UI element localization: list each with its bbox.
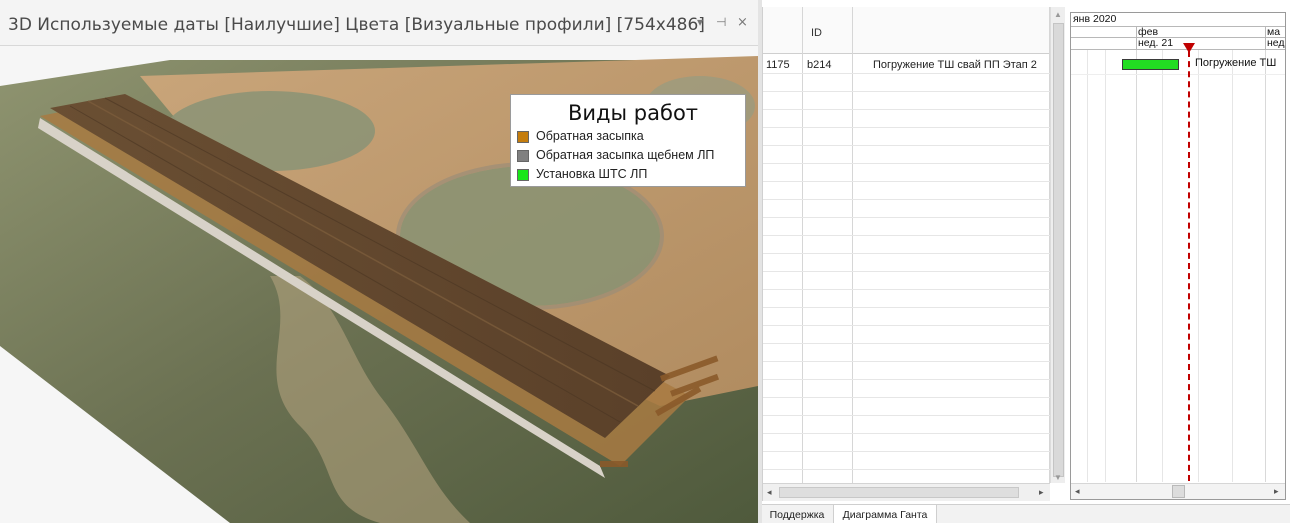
column-divider[interactable] bbox=[802, 7, 803, 501]
legend-swatch bbox=[517, 131, 529, 143]
grid-header: ID bbox=[763, 7, 1050, 54]
task-bar[interactable] bbox=[1122, 59, 1179, 70]
day-gridline bbox=[1136, 50, 1137, 482]
row-separator bbox=[763, 433, 1050, 434]
scroll-right-icon[interactable]: ▸ bbox=[1274, 486, 1279, 497]
scroll-down-icon[interactable]: ▼ bbox=[1054, 473, 1062, 482]
day-gridline bbox=[1087, 50, 1088, 482]
legend-label: Обратная засыпка bbox=[536, 129, 644, 143]
day-gridline bbox=[1198, 50, 1199, 482]
legend: Виды работ Обратная засыпка Обратная зас… bbox=[510, 94, 746, 187]
timescale-month-year: янв 2020 bbox=[1073, 13, 1117, 25]
row-separator bbox=[763, 451, 1050, 452]
day-gridline bbox=[1105, 50, 1106, 482]
row-separator bbox=[763, 235, 1050, 236]
row-separator bbox=[763, 181, 1050, 182]
row-separator bbox=[763, 163, 1050, 164]
tab-gantt-chart[interactable]: Диаграмма Ганта bbox=[833, 505, 937, 523]
row-separator bbox=[763, 397, 1050, 398]
column-header-id[interactable]: ID bbox=[811, 27, 822, 39]
row-separator bbox=[763, 325, 1050, 326]
close-icon[interactable]: × bbox=[737, 15, 748, 30]
dropdown-icon[interactable]: ▾ bbox=[697, 15, 703, 29]
gantt-panel: ID 1175 b214 Погружение ТШ свай ПП Этап … bbox=[762, 0, 1290, 523]
3d-viewer-panel: 3D Используемые даты [Наилучшие] Цвета [… bbox=[0, 0, 758, 523]
today-line bbox=[1188, 51, 1190, 481]
pin-icon[interactable]: ⊣ bbox=[716, 15, 726, 29]
row-number: 1175 bbox=[766, 59, 790, 71]
row-separator bbox=[763, 109, 1050, 110]
timescale-divider bbox=[1136, 26, 1137, 50]
chart-horizontal-scroll-thumb[interactable] bbox=[1172, 485, 1185, 498]
legend-title: Виды работ bbox=[567, 101, 699, 125]
row-separator bbox=[763, 379, 1050, 380]
task-bar-label: Погружение ТШ bbox=[1195, 57, 1277, 69]
row-separator bbox=[763, 343, 1050, 344]
grid-vertical-scrollbar[interactable]: ▲ ▼ bbox=[1050, 7, 1065, 483]
row-id[interactable]: b214 bbox=[807, 59, 831, 71]
row-separator bbox=[763, 289, 1050, 290]
scroll-left-icon[interactable]: ◂ bbox=[767, 487, 772, 498]
grid-horizontal-scroll-thumb[interactable] bbox=[779, 487, 1019, 498]
timescale-divider bbox=[1071, 49, 1285, 50]
timescale-week: нед. 21 bbox=[1138, 37, 1174, 49]
tab-support[interactable]: Поддержка bbox=[762, 505, 832, 523]
grid-horizontal-scrollbar[interactable]: ◂ ▸ bbox=[763, 483, 1050, 501]
row-separator bbox=[763, 73, 1050, 74]
legend-label: Установка ШТС ЛП bbox=[536, 167, 648, 181]
day-gridline bbox=[1232, 50, 1233, 482]
row-separator bbox=[763, 217, 1050, 218]
timescale-divider bbox=[1265, 26, 1266, 50]
row-separator bbox=[763, 271, 1050, 272]
timescale-divider bbox=[1071, 26, 1285, 27]
row-separator bbox=[763, 127, 1050, 128]
row-separator bbox=[763, 415, 1050, 416]
row-separator bbox=[763, 253, 1050, 254]
gantt-chart[interactable]: янв 2020 фев ма нед. 21 нед Погружение Т… bbox=[1070, 12, 1286, 500]
bottom-tab-strip: Поддержка Диаграмма Ганта bbox=[762, 504, 1290, 523]
row-separator bbox=[763, 469, 1050, 470]
scroll-right-icon[interactable]: ▸ bbox=[1039, 487, 1044, 498]
grid-vertical-scroll-thumb[interactable] bbox=[1053, 23, 1064, 477]
scroll-up-icon[interactable]: ▲ bbox=[1054, 10, 1062, 19]
task-grid: ID 1175 b214 Погружение ТШ свай ПП Этап … bbox=[762, 7, 1065, 501]
legend-label: Обратная засыпка щебнем ЛП bbox=[536, 148, 715, 162]
row-separator bbox=[1071, 74, 1285, 75]
legend-swatch bbox=[517, 150, 529, 162]
viewer-title: 3D Используемые даты [Наилучшие] Цвета [… bbox=[8, 15, 705, 35]
row-name[interactable]: Погружение ТШ свай ПП Этап 2 bbox=[873, 59, 1037, 71]
viewer-title-bar: 3D Используемые даты [Наилучшие] Цвета [… bbox=[0, 0, 758, 46]
row-separator bbox=[763, 145, 1050, 146]
timescale-week-next: нед bbox=[1267, 37, 1285, 49]
legend-swatch bbox=[517, 169, 529, 181]
day-gridline bbox=[1265, 50, 1266, 482]
day-gridline bbox=[1162, 50, 1163, 482]
row-separator bbox=[763, 307, 1050, 308]
timescale-divider bbox=[1071, 37, 1285, 38]
row-separator bbox=[763, 199, 1050, 200]
chart-horizontal-scrollbar[interactable]: ◂ ▸ bbox=[1071, 483, 1285, 499]
row-separator bbox=[763, 361, 1050, 362]
3d-scene-canvas[interactable]: Виды работ Обратная засыпка Обратная зас… bbox=[0, 46, 758, 523]
column-divider[interactable] bbox=[852, 7, 853, 501]
row-separator bbox=[763, 91, 1050, 92]
scroll-left-icon[interactable]: ◂ bbox=[1075, 486, 1080, 497]
